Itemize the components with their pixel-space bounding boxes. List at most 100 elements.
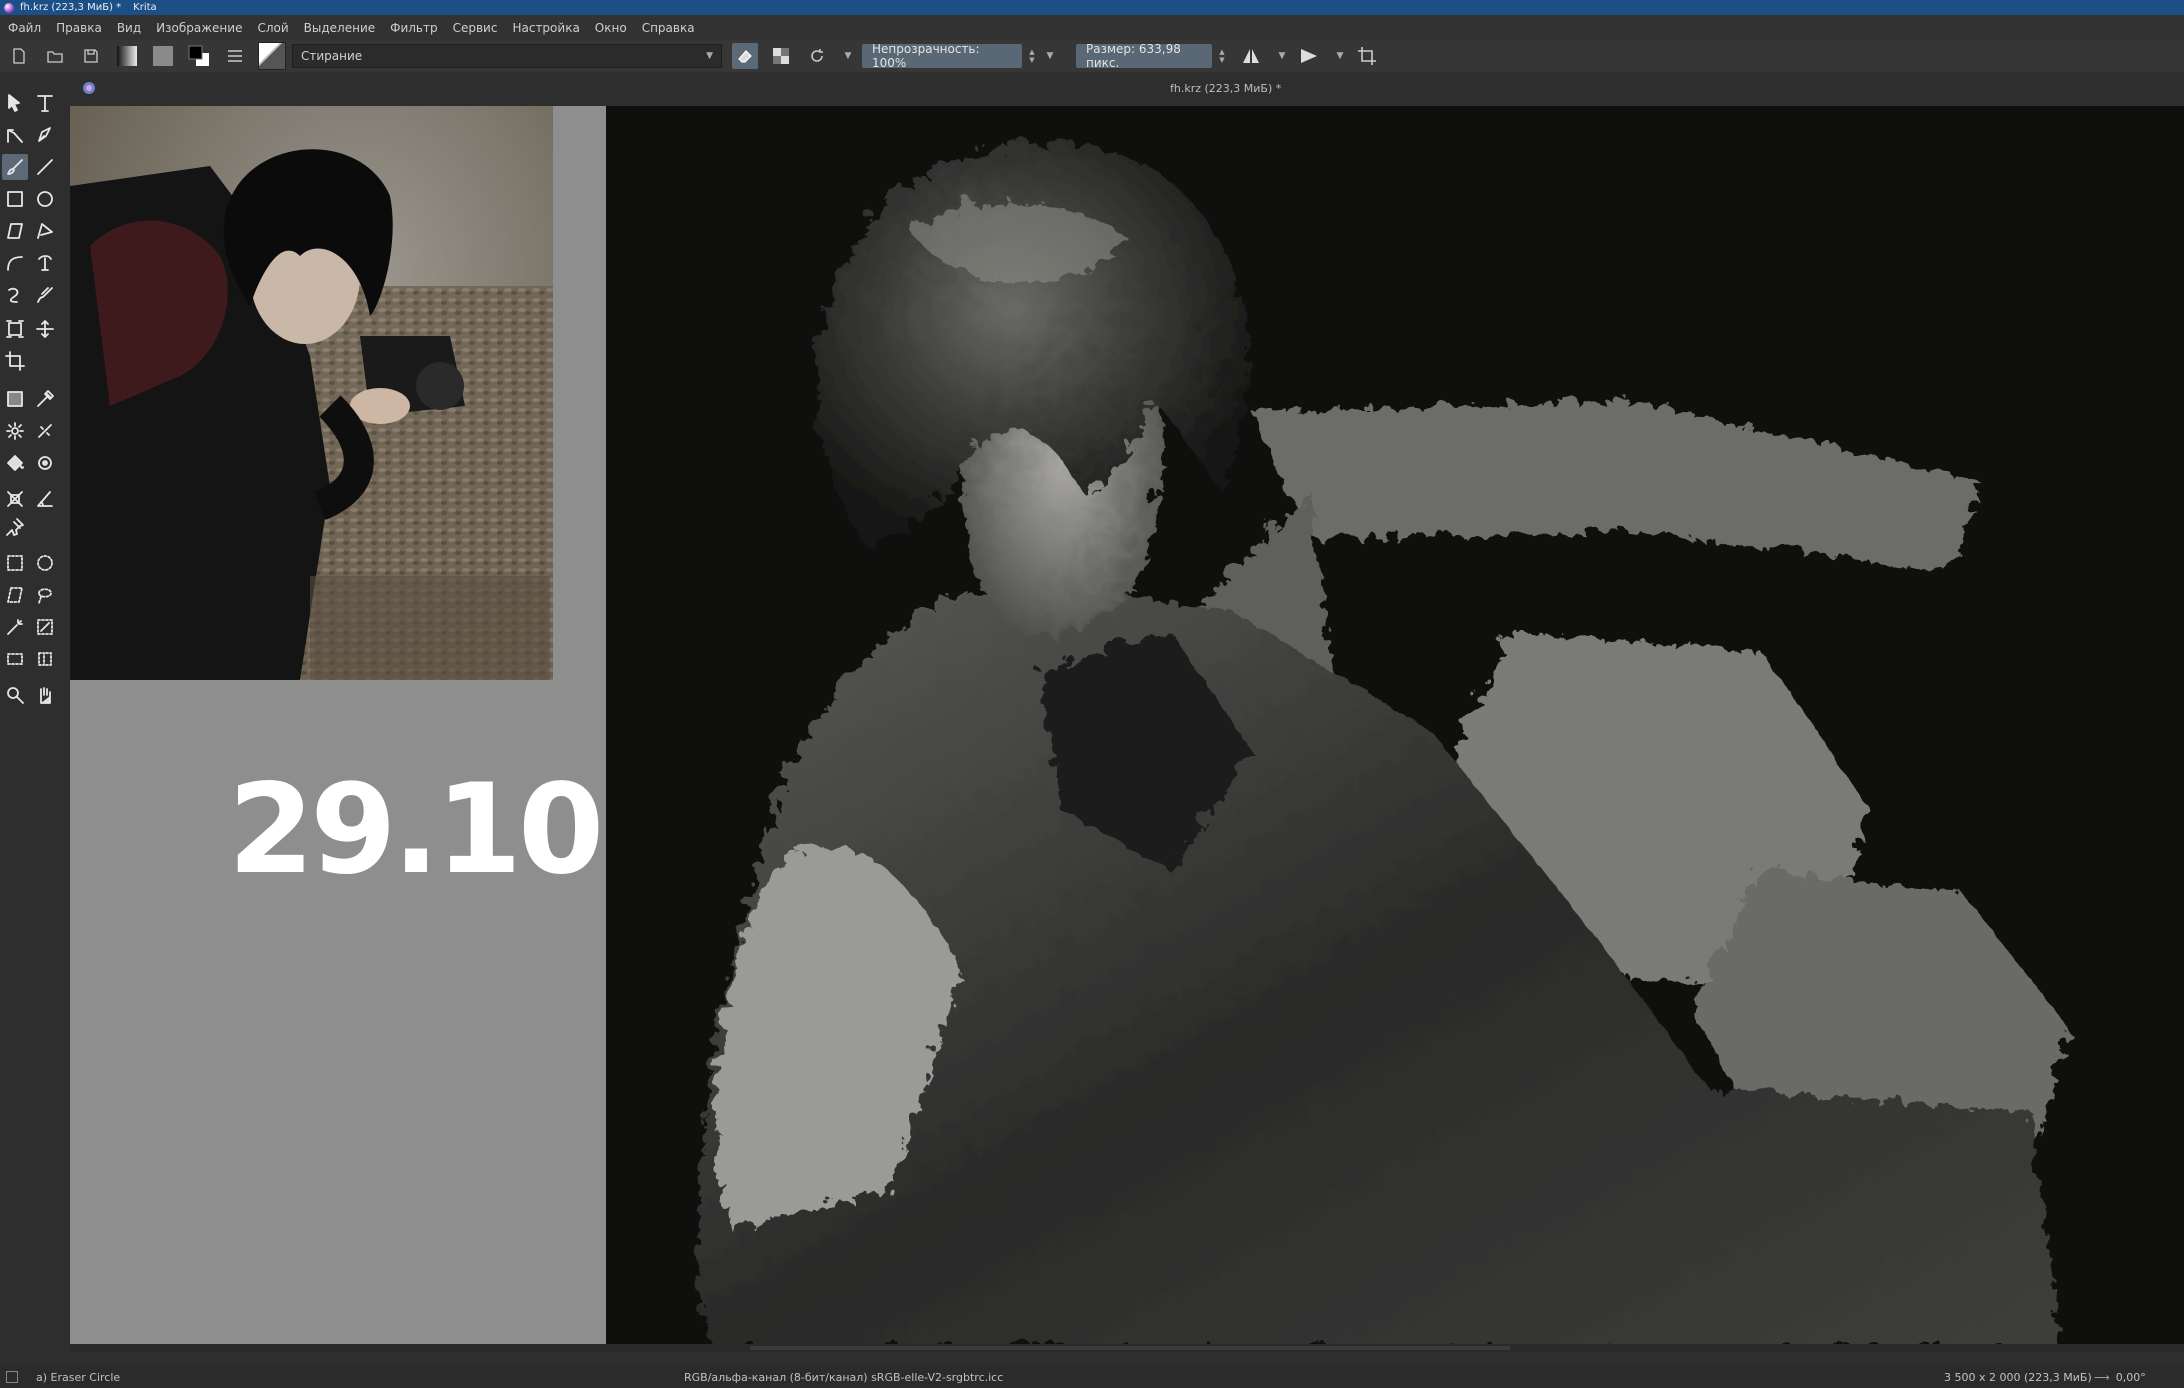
horizontal-scrollbar[interactable] [70, 1344, 2184, 1352]
menu-image[interactable]: Изображение [156, 21, 242, 35]
menu-tools[interactable]: Сервис [453, 21, 498, 35]
reference-image[interactable] [70, 106, 553, 680]
pan-tool[interactable] [32, 682, 58, 708]
freehand-path-icon [38, 255, 52, 271]
magnetic-selection-tool[interactable] [32, 646, 58, 672]
rectangular-selection-tool[interactable] [2, 550, 28, 576]
rect-select-icon [7, 555, 23, 571]
crop-tool[interactable] [2, 348, 28, 374]
status-bar: a) Eraser Circle RGB/альфа-канал (8-бит/… [0, 1366, 2184, 1388]
painting-canvas[interactable] [606, 106, 2184, 1344]
opacity-spinner[interactable]: ▲ ▼ [1026, 44, 1038, 68]
calligraphy-tool[interactable] [32, 122, 58, 148]
chevron-down-icon: ▼ [844, 51, 852, 61]
dynamic-brush-tool[interactable] [2, 282, 28, 308]
size-slider[interactable]: Размер: 633,98 пикс. [1076, 42, 1212, 70]
edit-shapes-tool[interactable] [2, 122, 28, 148]
mirror-vertical-dropdown[interactable]: ▼ [1332, 43, 1348, 69]
multibrush-icon [37, 287, 53, 303]
preserve-alpha-toggle[interactable] [768, 43, 794, 69]
ellipse-tool[interactable] [32, 186, 58, 212]
menu-edit[interactable]: Правка [56, 21, 102, 35]
new-document-button[interactable] [6, 43, 32, 69]
save-icon [84, 49, 98, 63]
mirror-horizontal-dropdown[interactable]: ▼ [1274, 43, 1290, 69]
main-toolbar: Стирание ▼ ▼ Непрозрачность: 100% ▲ ▼ ▼ Р… [0, 40, 2184, 72]
menu-help[interactable]: Справка [642, 21, 695, 35]
crop-icon [1358, 47, 1376, 65]
size-spinner[interactable]: ▲ ▼ [1216, 44, 1228, 68]
polygon-tool[interactable] [2, 218, 28, 244]
pen-nib-icon [38, 127, 51, 142]
menu-window[interactable]: Окно [595, 21, 627, 35]
polyline-tool[interactable] [32, 218, 58, 244]
assistant-tool[interactable] [2, 486, 28, 512]
enclose-fill-tool[interactable] [32, 450, 58, 476]
menu-settings[interactable]: Настройка [512, 21, 579, 35]
status-brush-name: a) Eraser Circle [36, 1370, 121, 1384]
status-rotation[interactable]: ⟶ 0,00° [2094, 1371, 2146, 1384]
menu-file[interactable]: Файл [8, 21, 41, 35]
transform-tool[interactable] [2, 316, 28, 342]
mirror-horizontal-button[interactable] [1238, 43, 1264, 69]
bezier-selection-tool[interactable] [2, 646, 28, 672]
move-tool[interactable] [32, 316, 58, 342]
canvas-area[interactable]: 29.10.25 [70, 106, 2184, 1344]
opacity-dropdown[interactable]: ▼ [1042, 43, 1058, 69]
rotation-arrow-icon: ⟶ [2094, 1370, 2110, 1384]
document-tab[interactable]: fh.krz (223,3 МиБ) * [1170, 82, 1281, 95]
status-color-space[interactable]: RGB/альфа-канал (8-бит/канал) sRGB-elle-… [684, 1371, 1003, 1384]
measure-tool[interactable] [32, 486, 58, 512]
fill-tool[interactable] [2, 450, 28, 476]
bezier-select-icon [7, 653, 23, 665]
brush-preset-thumbnail[interactable] [258, 42, 286, 70]
freehand-brush-tool[interactable] [2, 154, 28, 180]
colorize-icon [6, 422, 24, 440]
smart-patch-tool[interactable] [32, 418, 58, 444]
save-button[interactable] [78, 43, 104, 69]
pattern-selector-button[interactable] [150, 43, 176, 69]
scrollbar-thumb[interactable] [750, 1346, 1510, 1350]
brush-preset-select[interactable]: Стирание ▼ [292, 44, 722, 68]
polygonal-selection-tool[interactable] [2, 582, 28, 608]
menu-layer[interactable]: Слой [257, 21, 288, 35]
painting-illustration [606, 106, 2184, 1344]
eraser-mode-toggle[interactable] [732, 43, 758, 69]
bezier-curve-tool[interactable] [2, 250, 28, 276]
line-tool[interactable] [32, 154, 58, 180]
hand-icon [40, 687, 51, 704]
freehand-selection-tool[interactable] [32, 582, 58, 608]
similar-color-selection-tool[interactable] [32, 614, 58, 640]
freehand-path-tool[interactable] [32, 250, 58, 276]
gradient-selector-button[interactable] [114, 43, 140, 69]
polyline-icon [37, 223, 53, 239]
magic-wand-icon [7, 619, 23, 635]
blend-mode-dropdown[interactable]: ▼ [840, 43, 856, 69]
elliptical-selection-tool[interactable] [32, 550, 58, 576]
color-picker-tool[interactable] [32, 386, 58, 412]
reload-preset-button[interactable] [804, 43, 830, 69]
title-bar: fh.krz (223,3 МиБ) * Krita [0, 0, 2184, 15]
multibrush-tool[interactable] [32, 282, 58, 308]
contiguous-selection-tool[interactable] [2, 614, 28, 640]
dynamic-brush-icon [8, 287, 19, 303]
brush-settings-button[interactable] [222, 43, 248, 69]
rectangle-tool[interactable] [2, 186, 28, 212]
chevron-down-icon: ▼ [1219, 56, 1225, 64]
toolbox [0, 72, 70, 1344]
open-document-button[interactable] [42, 43, 68, 69]
wrap-around-button[interactable] [1354, 43, 1380, 69]
new-file-icon [13, 48, 25, 64]
opacity-slider[interactable]: Непрозрачность: 100% [862, 42, 1022, 70]
color-swatches-button[interactable] [186, 43, 212, 69]
zoom-tool[interactable] [2, 682, 28, 708]
select-shapes-tool[interactable] [2, 90, 28, 116]
text-tool[interactable] [32, 90, 58, 116]
reference-images-tool[interactable] [2, 514, 28, 540]
gradient-tool[interactable] [2, 386, 28, 412]
menu-filter[interactable]: Фильтр [390, 21, 437, 35]
mirror-vertical-button[interactable] [1296, 43, 1322, 69]
colorize-mask-tool[interactable] [2, 418, 28, 444]
menu-select[interactable]: Выделение [304, 21, 375, 35]
menu-view[interactable]: Вид [117, 21, 141, 35]
